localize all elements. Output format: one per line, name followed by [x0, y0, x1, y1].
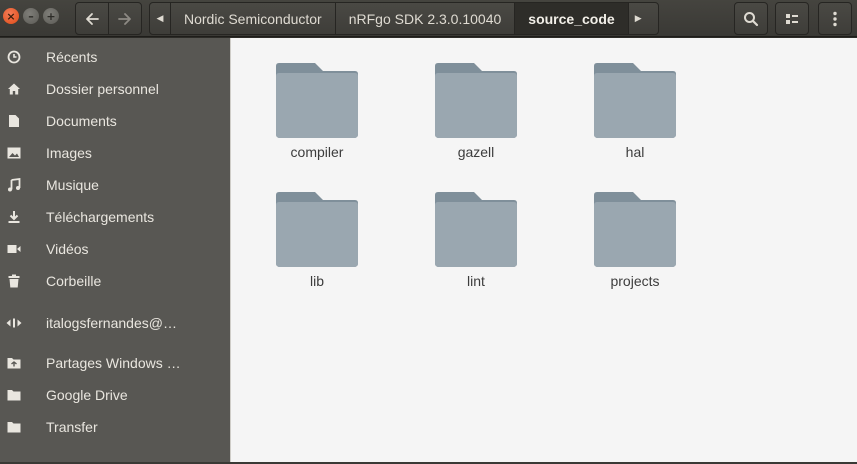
sidebar-item-downloads[interactable]: Téléchargements [0, 201, 230, 233]
view-toggle-button[interactable] [775, 2, 809, 35]
arrow-left-icon [86, 12, 99, 25]
sidebar-item-label: Images [46, 145, 92, 161]
folder-icon [276, 192, 358, 267]
folder-icon [594, 63, 676, 138]
folder-icon [0, 379, 28, 411]
folder-icon [276, 63, 358, 138]
music-icon [0, 169, 28, 201]
sidebar-item-label: italogsfernandes@… [46, 315, 177, 331]
arrow-right-icon [118, 12, 131, 25]
file-name: compiler [290, 144, 344, 160]
folder-icon [594, 192, 676, 267]
sidebar-item-label: Dossier personnel [46, 81, 159, 97]
file-name: lib [309, 273, 324, 289]
sidebar-item-label: Partages Windows … [46, 355, 181, 371]
folder-share-icon [0, 347, 28, 379]
search-icon [744, 11, 759, 26]
sidebar-item-network-share[interactable]: italogsfernandes@… [0, 307, 230, 339]
sidebar-item-label: Téléchargements [46, 209, 155, 225]
sidebar-item-label: Musique [46, 177, 99, 193]
folder-icon [435, 192, 517, 267]
kebab-menu-icon [833, 11, 837, 26]
breadcrumb-source-code[interactable]: source_code [514, 3, 628, 34]
image-icon [0, 137, 28, 169]
video-icon [0, 233, 28, 265]
folder-icon [0, 411, 28, 443]
home-icon [0, 73, 28, 105]
sidebar-item-windows-shares[interactable]: Partages Windows … [0, 347, 230, 379]
sidebar-item-home[interactable]: Dossier personnel [0, 73, 230, 105]
sidebar-item-label: Vidéos [46, 241, 89, 257]
network-share-icon [0, 307, 28, 339]
sidebar-item-documents[interactable]: Documents [0, 105, 230, 137]
list-view-icon [786, 13, 798, 24]
folder-item-gazell[interactable]: gazell [416, 60, 536, 170]
folder-item-projects[interactable]: projects [575, 189, 695, 299]
file-name: gazell [457, 144, 495, 160]
path-scroll-left-button[interactable]: ◀ [150, 3, 170, 34]
folder-item-hal[interactable]: hal [575, 60, 695, 170]
folder-icon [435, 63, 517, 138]
sidebar-item-images[interactable]: Images [0, 137, 230, 169]
sidebar-item-google-drive[interactable]: Google Drive [0, 379, 230, 411]
sidebar-item-label: Documents [46, 113, 117, 129]
sidebar-item-videos[interactable]: Vidéos [0, 233, 230, 265]
sidebar-item-transfer[interactable]: Transfer [0, 411, 230, 443]
folder-item-compiler[interactable]: compiler [257, 60, 377, 170]
file-name: lint [467, 273, 485, 289]
back-button[interactable] [75, 2, 109, 35]
clock-icon [0, 41, 28, 73]
sidebar-item-label: Corbeille [46, 273, 102, 289]
sidebar-item-label: Récents [46, 49, 98, 65]
path-bar: ◀ Nordic Semiconductor nRFgo SDK 2.3.0.1… [149, 2, 659, 35]
breadcrumb-nordic-semiconductor[interactable]: Nordic Semiconductor [170, 3, 335, 34]
header-bar: × – + ◀ Nordic Semiconductor nRFgo SDK 2… [0, 0, 857, 37]
search-button[interactable] [734, 2, 768, 35]
menu-button[interactable] [818, 2, 852, 35]
sidebar-item-recents[interactable]: Récents [0, 41, 230, 73]
sidebar: Récents Dossier personnel Documents Imag… [0, 38, 230, 464]
sidebar-item-music[interactable]: Musique [0, 169, 230, 201]
close-window-button[interactable]: × [3, 8, 19, 24]
file-name: hal [625, 144, 645, 160]
trash-icon [0, 265, 28, 297]
folder-item-lint[interactable]: lint [416, 189, 536, 299]
breadcrumb-nrfgo-sdk[interactable]: nRFgo SDK 2.3.0.10040 [334, 3, 515, 34]
download-icon [0, 201, 28, 233]
sidebar-item-trash[interactable]: Corbeille [0, 265, 230, 297]
path-scroll-right-button[interactable]: ▶ [627, 3, 648, 34]
sidebar-item-label: Google Drive [46, 387, 128, 403]
sidebar-item-label: Transfer [46, 419, 98, 435]
document-icon [0, 105, 28, 137]
forward-button[interactable] [108, 2, 142, 35]
minimize-window-button[interactable]: – [23, 8, 39, 24]
folder-item-lib[interactable]: lib [257, 189, 377, 299]
maximize-window-button[interactable]: + [43, 8, 59, 24]
file-view: compiler gazell hal lib lint projects [230, 38, 857, 462]
file-name: projects [610, 273, 660, 289]
